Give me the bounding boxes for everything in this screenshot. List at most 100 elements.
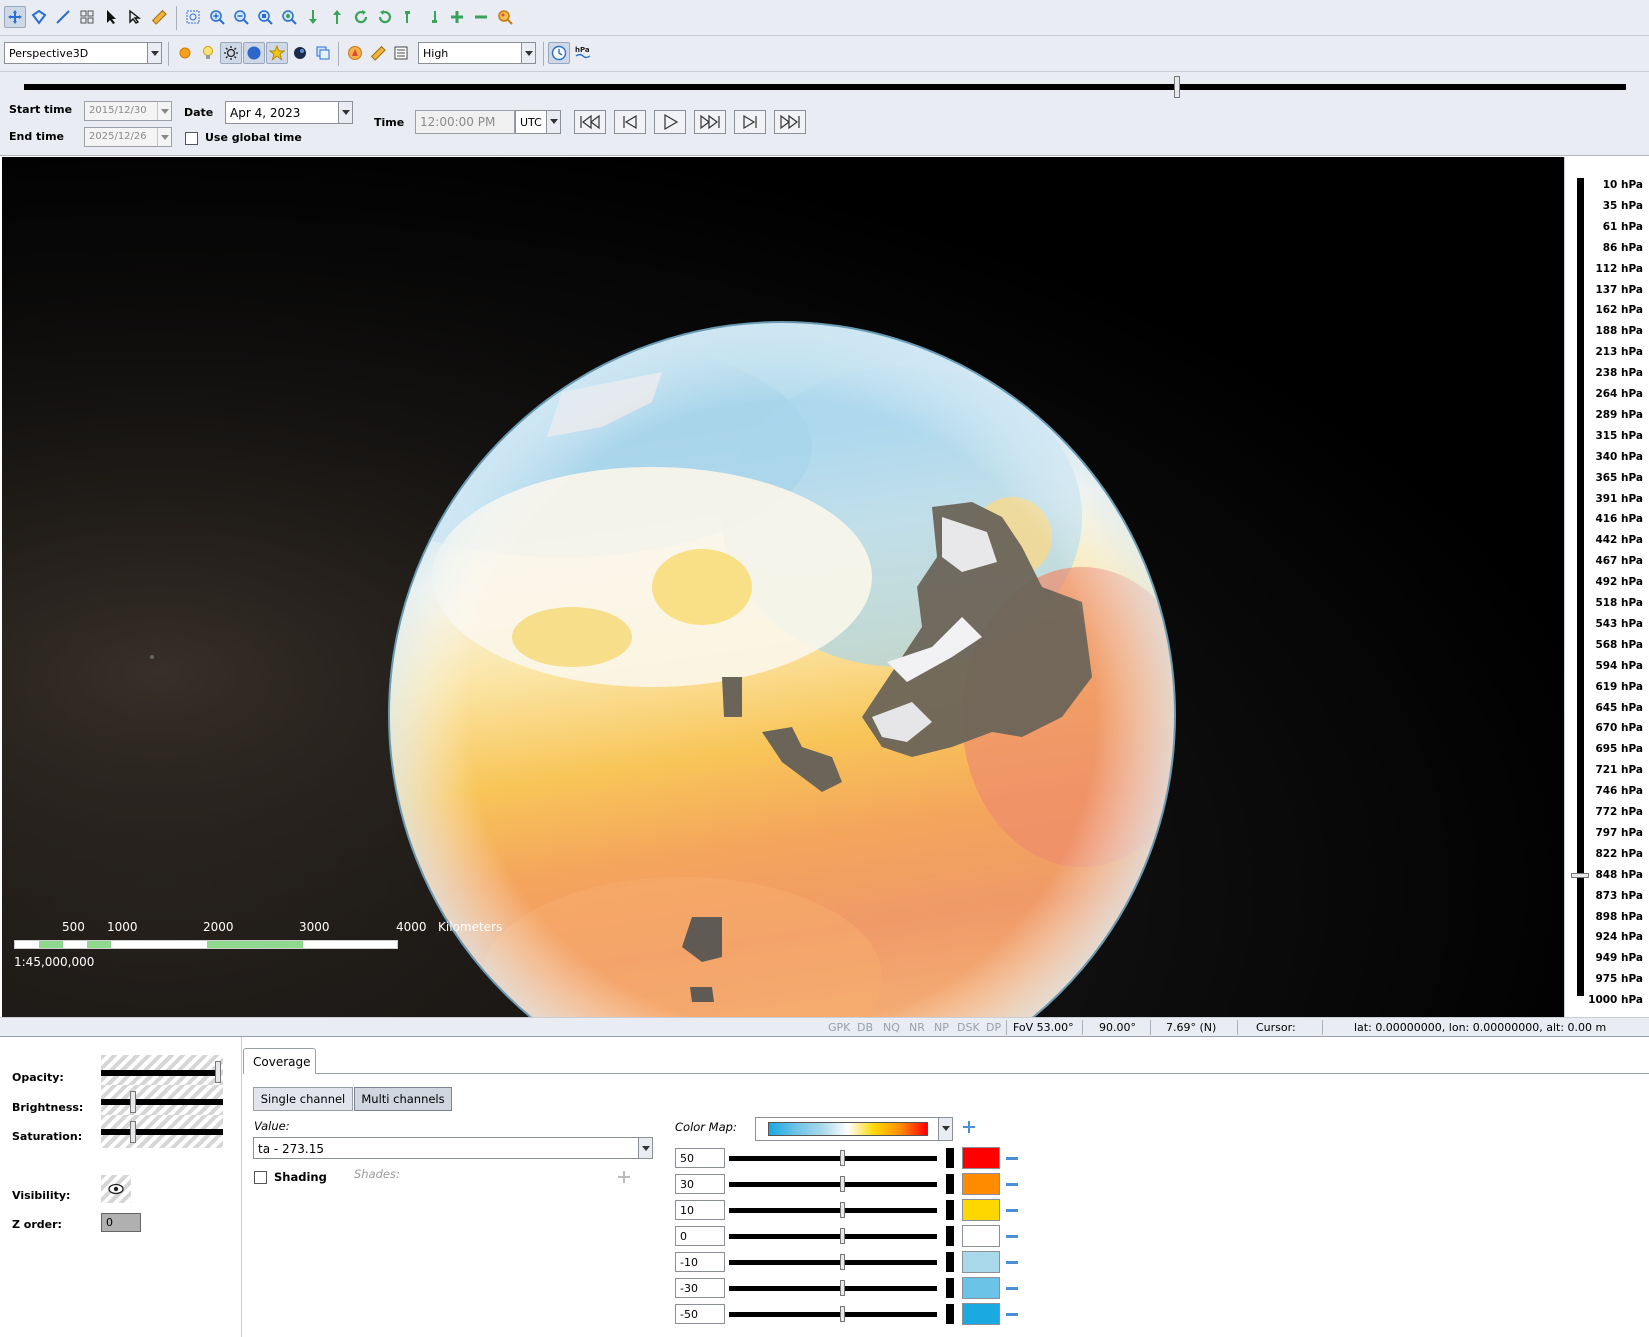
- saturation-slider-track[interactable]: [101, 1129, 223, 1135]
- pressure-level-label[interactable]: 645 hPa: [1595, 702, 1643, 714]
- zoom-in-icon[interactable]: [206, 6, 228, 28]
- add-color-stop-icon[interactable]: [962, 1120, 976, 1134]
- zoom-out-icon[interactable]: [230, 6, 252, 28]
- refresh-icon[interactable]: [350, 6, 372, 28]
- globe-canvas[interactable]: [2, 157, 1564, 1017]
- use-global-time-checkbox[interactable]: [185, 132, 198, 145]
- color-stop-slider-track[interactable]: [729, 1286, 937, 1291]
- color-stop-slider-thumb[interactable]: [840, 1254, 845, 1270]
- measure-icon[interactable]: [148, 6, 170, 28]
- color-stop-swatch[interactable]: [962, 1277, 1000, 1299]
- color-stop-slider-thumb[interactable]: [840, 1202, 845, 1218]
- color-stop-value-field[interactable]: -30: [675, 1278, 725, 1298]
- select-arrow-icon[interactable]: [100, 6, 122, 28]
- z-order-field[interactable]: 0: [101, 1213, 141, 1232]
- color-stop-value-field[interactable]: -50: [675, 1304, 725, 1324]
- draw-polygon-icon[interactable]: [28, 6, 50, 28]
- globe-view[interactable]: 500 1000 2000 3000 4000 Kilometers 1:45,…: [2, 157, 1564, 1017]
- tab-coverage[interactable]: Coverage: [243, 1048, 316, 1074]
- color-stop-swatch[interactable]: [962, 1225, 1000, 1247]
- pressure-level-label[interactable]: 35 hPa: [1603, 200, 1643, 212]
- color-stop-swatch[interactable]: [962, 1147, 1000, 1169]
- projection-select[interactable]: Perspective3D: [4, 42, 162, 64]
- time-slider-track[interactable]: [24, 84, 1626, 90]
- pressure-level-label[interactable]: 467 hPa: [1595, 555, 1643, 567]
- quality-select[interactable]: High: [418, 42, 536, 64]
- color-stop-swatch[interactable]: [962, 1251, 1000, 1273]
- add-icon[interactable]: [446, 6, 468, 28]
- chevron-down-icon[interactable]: [938, 1118, 952, 1140]
- graticule-icon[interactable]: [390, 42, 412, 64]
- visibility-toggle[interactable]: [101, 1175, 131, 1203]
- single-channel-button[interactable]: Single channel: [253, 1087, 353, 1111]
- remove-color-stop-icon[interactable]: [1006, 1235, 1018, 1238]
- pressure-level-label[interactable]: 137 hPa: [1595, 284, 1643, 296]
- last-frame-button[interactable]: [774, 110, 806, 134]
- color-stop-slider-thumb[interactable]: [840, 1176, 845, 1192]
- pressure-level-icon[interactable]: hPa: [572, 42, 594, 64]
- pressure-level-label[interactable]: 162 hPa: [1595, 304, 1643, 316]
- color-stop-slider-thumb[interactable]: [840, 1306, 845, 1322]
- pressure-level-label[interactable]: 492 hPa: [1595, 576, 1643, 588]
- color-stop-slider-track[interactable]: [729, 1156, 937, 1161]
- color-stop-alpha-slider[interactable]: [946, 1200, 954, 1220]
- pressure-level-label[interactable]: 86 hPa: [1603, 242, 1643, 254]
- end-time-field[interactable]: 2025/12/26: [84, 127, 172, 147]
- pressure-level-label[interactable]: 391 hPa: [1595, 493, 1643, 505]
- saturation-slider-thumb[interactable]: [130, 1121, 136, 1143]
- pressure-level-label[interactable]: 949 hPa: [1595, 952, 1643, 964]
- fast-forward-button[interactable]: [694, 110, 726, 134]
- color-stop-slider-thumb[interactable]: [840, 1150, 845, 1166]
- color-stop-alpha-slider[interactable]: [946, 1148, 954, 1168]
- lightbulb-icon[interactable]: [197, 42, 219, 64]
- value-select[interactable]: ta - 273.15: [253, 1137, 653, 1159]
- color-stop-value-field[interactable]: -10: [675, 1252, 725, 1272]
- pressure-level-label[interactable]: 518 hPa: [1595, 597, 1643, 609]
- sun-icon[interactable]: [174, 42, 196, 64]
- pressure-level-label[interactable]: 315 hPa: [1595, 430, 1643, 442]
- pressure-level-label[interactable]: 112 hPa: [1595, 263, 1643, 275]
- pressure-level-label[interactable]: 365 hPa: [1595, 472, 1643, 484]
- chevron-down-icon[interactable]: [147, 43, 161, 63]
- rotate-icon[interactable]: [374, 6, 396, 28]
- chevron-down-icon[interactable]: [546, 111, 560, 133]
- pressure-level-label[interactable]: 619 hPa: [1595, 681, 1643, 693]
- color-stop-alpha-slider[interactable]: [946, 1304, 954, 1324]
- play-button[interactable]: [654, 110, 686, 134]
- pressure-level-label[interactable]: 594 hPa: [1595, 660, 1643, 672]
- next-frame-button[interactable]: [734, 110, 766, 134]
- pressure-level-label[interactable]: 416 hPa: [1595, 513, 1643, 525]
- layer-copy-icon[interactable]: [312, 42, 334, 64]
- chevron-down-icon[interactable]: [338, 102, 352, 123]
- pressure-level-label[interactable]: 721 hPa: [1595, 764, 1643, 776]
- pressure-level-label[interactable]: 61 hPa: [1603, 221, 1643, 233]
- previous-frame-button[interactable]: [614, 110, 646, 134]
- pressure-level-label[interactable]: 568 hPa: [1595, 639, 1643, 651]
- remove-color-stop-icon[interactable]: [1006, 1183, 1018, 1186]
- pressure-level-label[interactable]: 848 hPa: [1595, 869, 1643, 881]
- arrow-up-icon[interactable]: [326, 6, 348, 28]
- time-slider-thumb[interactable]: [1174, 76, 1181, 98]
- pressure-level-label[interactable]: 1000 hPa: [1588, 994, 1643, 1006]
- pressure-level-label[interactable]: 238 hPa: [1595, 367, 1643, 379]
- pressure-level-label[interactable]: 822 hPa: [1595, 848, 1643, 860]
- atmosphere-icon[interactable]: [243, 42, 265, 64]
- pressure-level-label[interactable]: 898 hPa: [1595, 911, 1643, 923]
- remove-color-stop-icon[interactable]: [1006, 1209, 1018, 1212]
- pressure-level-label[interactable]: 873 hPa: [1595, 890, 1643, 902]
- zoom-full-icon[interactable]: [278, 6, 300, 28]
- pressure-level-label[interactable]: 188 hPa: [1595, 325, 1643, 337]
- add-shade-icon[interactable]: [617, 1170, 631, 1184]
- chevron-down-icon[interactable]: [521, 43, 535, 63]
- pressure-level-label[interactable]: 543 hPa: [1595, 618, 1643, 630]
- remove-color-stop-icon[interactable]: [1006, 1287, 1018, 1290]
- earth-night-icon[interactable]: [289, 42, 311, 64]
- pressure-level-label[interactable]: 670 hPa: [1595, 722, 1643, 734]
- color-stop-swatch[interactable]: [962, 1303, 1000, 1325]
- arrow-down-icon[interactable]: [302, 6, 324, 28]
- remove-icon[interactable]: [470, 6, 492, 28]
- daylight-icon[interactable]: [220, 42, 242, 64]
- opacity-slider-thumb[interactable]: [215, 1061, 221, 1083]
- pressure-level-label[interactable]: 695 hPa: [1595, 743, 1643, 755]
- color-stop-value-field[interactable]: 10: [675, 1200, 725, 1220]
